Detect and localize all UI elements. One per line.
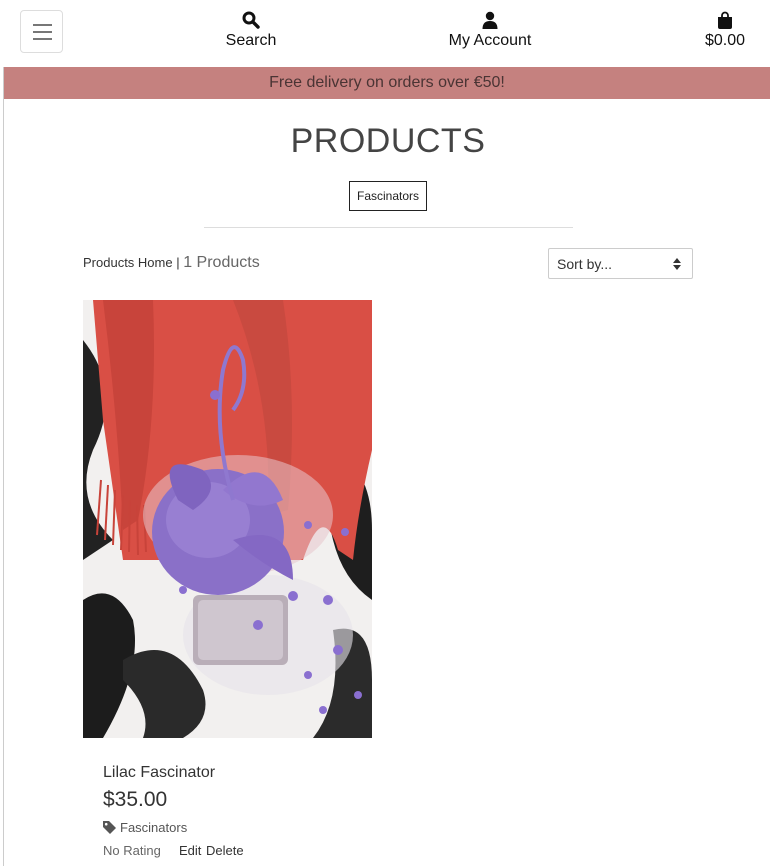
hamburger-icon-line: [33, 38, 52, 40]
edit-product-link[interactable]: Edit: [179, 843, 201, 858]
product-rating: No Rating: [103, 843, 161, 858]
delete-product-link[interactable]: Delete: [206, 843, 244, 858]
title-divider: [204, 227, 573, 228]
product-price: $35.00: [103, 788, 168, 811]
shopping-bag-nav-link[interactable]: $0.00: [694, 11, 756, 50]
product-category-link[interactable]: Fascinators: [103, 820, 187, 835]
sort-arrows-icon: [673, 258, 681, 270]
hamburger-icon-line: [33, 31, 52, 33]
search-label: Search: [225, 32, 277, 49]
top-navbar: Search My Account $0.00: [0, 0, 770, 67]
bag-total: $0.00: [704, 32, 746, 49]
page-left-border: [3, 67, 4, 866]
menu-toggle-button[interactable]: [20, 10, 63, 53]
hamburger-icon-line: [33, 24, 52, 26]
product-name[interactable]: Lilac Fascinator: [103, 764, 215, 782]
category-filter-button[interactable]: Fascinators: [349, 181, 427, 211]
sort-selected-value: Sort by...: [557, 255, 612, 272]
product-count: 1 Products: [183, 254, 260, 271]
my-account-nav-link[interactable]: My Account: [430, 11, 550, 50]
page-title: PRODUCTS: [290, 122, 486, 160]
product-category-label: Fascinators: [120, 820, 188, 835]
delivery-banner-text: Free delivery on orders over €50!: [269, 74, 505, 91]
delivery-banner: Free delivery on orders over €50!: [4, 67, 770, 99]
lilac-fascinator-photo: [83, 300, 372, 738]
tag-icon: [103, 821, 116, 834]
shopping-bag-icon: [718, 11, 732, 29]
category-filter-label: Fascinators: [356, 189, 420, 203]
search-icon: [242, 11, 260, 29]
breadcrumb-separator: |: [172, 255, 184, 270]
user-icon: [482, 11, 498, 29]
product-image[interactable]: [83, 300, 372, 738]
my-account-label: My Account: [448, 32, 532, 49]
products-home-link[interactable]: Products Home: [83, 255, 173, 270]
search-nav-link[interactable]: Search: [210, 11, 292, 50]
sort-select[interactable]: Sort by...: [548, 248, 693, 279]
breadcrumb: Products Home | 1 Products: [83, 254, 260, 272]
